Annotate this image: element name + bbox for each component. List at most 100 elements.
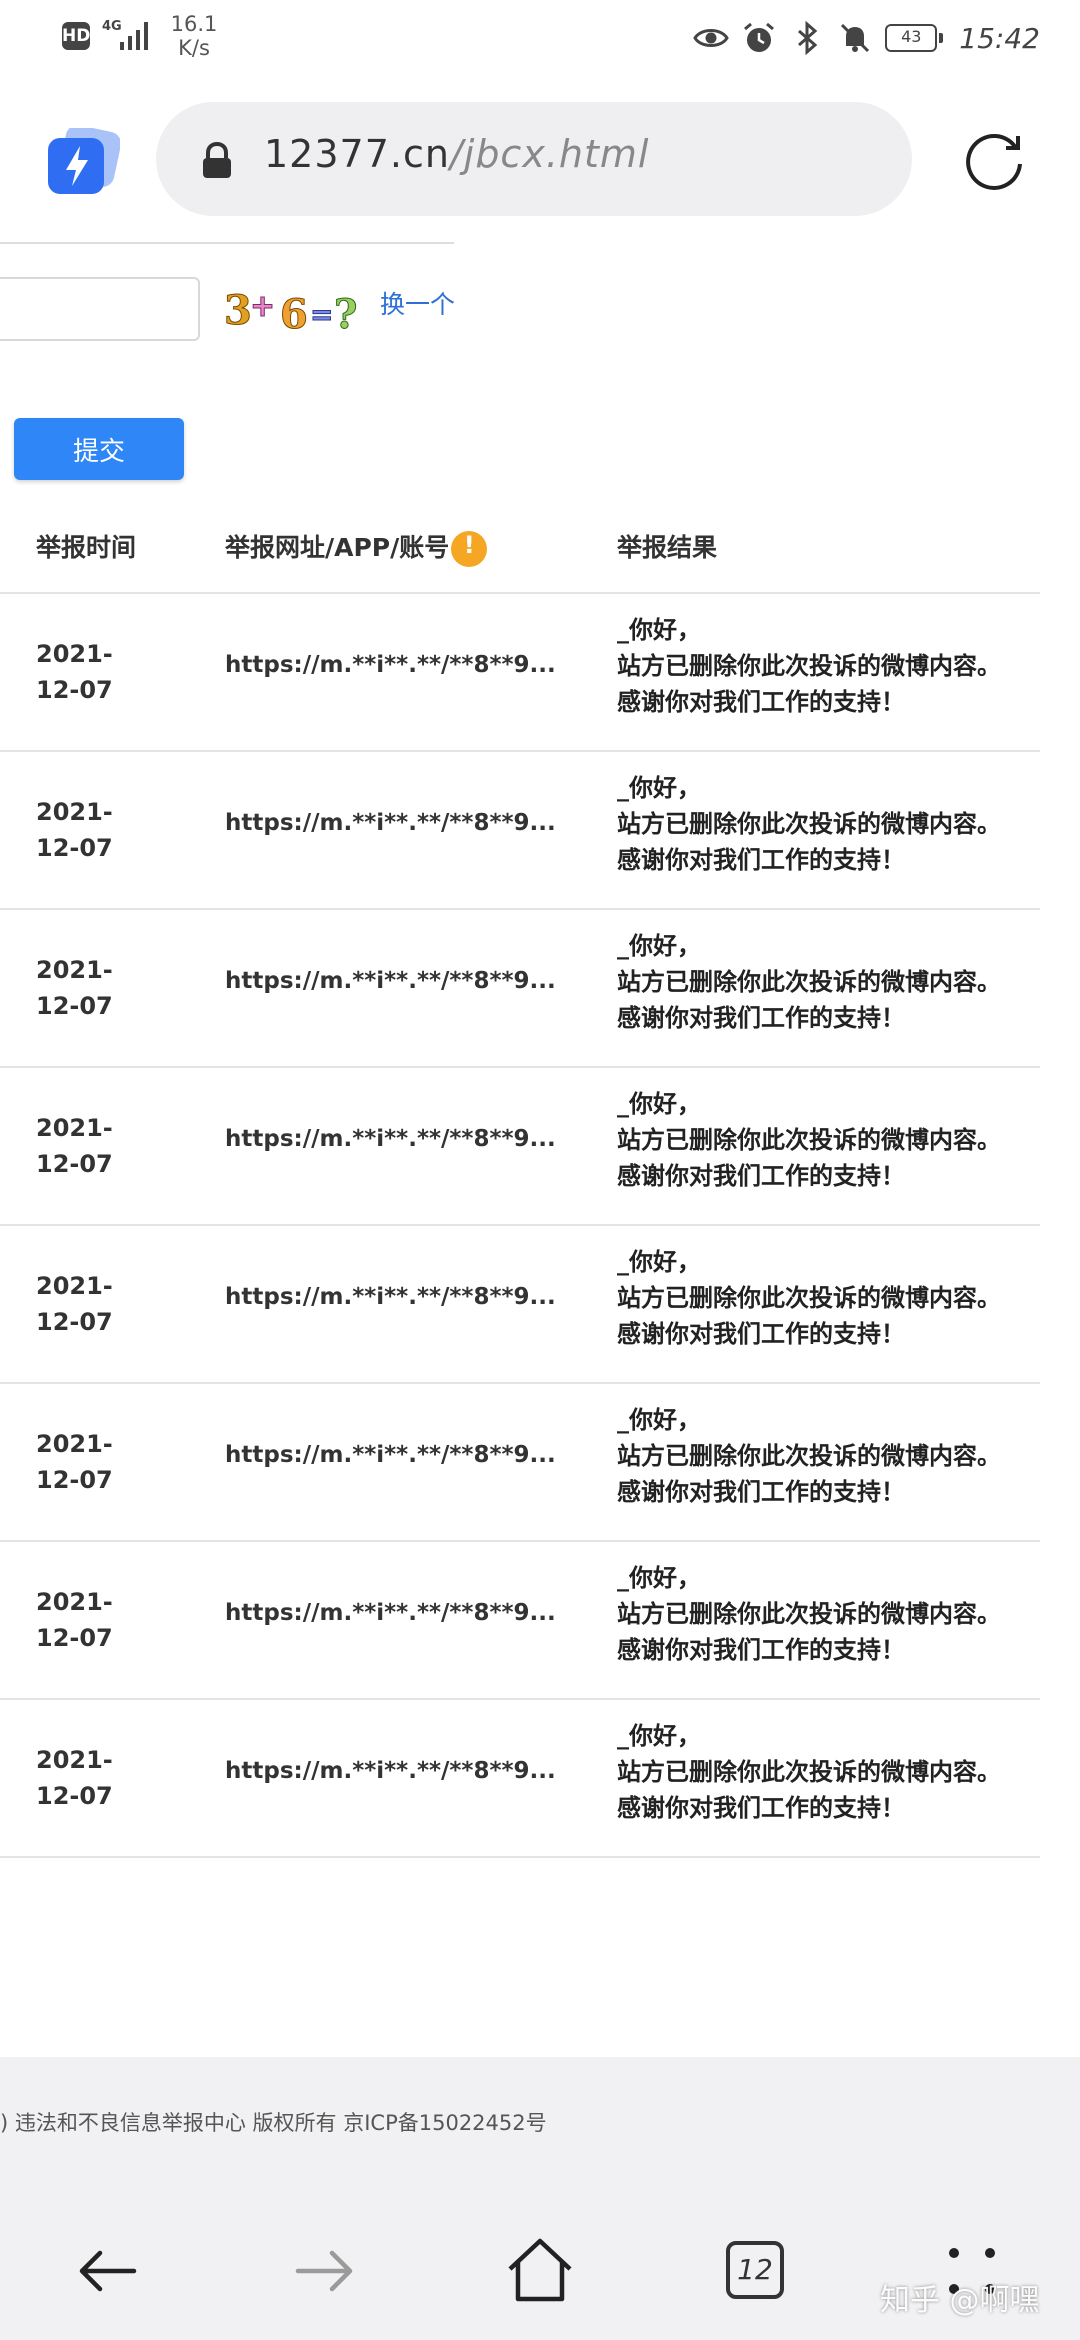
table-row: 2021- 12-07 https://m.**i**.**/**8**9... … [0, 910, 1040, 1068]
table-row: 2021- 12-07 https://m.**i**.**/**8**9... … [0, 594, 1040, 752]
report-url: https://m.**i**.**/**8**9... [225, 1126, 556, 1152]
header-report-result: 举报结果 [617, 533, 718, 562]
tabs-button[interactable]: 12 [716, 2231, 796, 2311]
report-url: https://m.**i**.**/**8**9... [225, 1600, 556, 1626]
home-icon[interactable] [500, 2231, 580, 2311]
tabs-count: 12 [726, 2241, 784, 2299]
forward-icon[interactable] [284, 2231, 364, 2311]
result-line: 感谢你对我们工作的支持！ [617, 1794, 905, 1822]
report-url: https://m.**i**.**/**8**9... [225, 1758, 556, 1784]
result-line: _你好， [617, 1722, 701, 1750]
result-line: 感谢你对我们工作的支持！ [617, 688, 905, 716]
result-line: _你好， [617, 616, 701, 644]
table-row: 2021- 12-07 https://m.**i**.**/**8**9... … [0, 1384, 1040, 1542]
url-path: /jbcx.html [449, 132, 650, 176]
report-url: https://m.**i**.**/**8**9... [225, 968, 556, 994]
result-line: 站方已删除你此次投诉的微博内容。 [617, 1758, 1001, 1786]
report-url: https://m.**i**.**/**8**9... [225, 652, 556, 678]
page-footer: ) 违法和不良信息举报中心 版权所有 京ICP备15022452号 [0, 2057, 1080, 2197]
report-date: 2021- 12-07 [36, 640, 113, 704]
result-line: _你好， [617, 932, 701, 960]
submit-button[interactable]: 提交 [14, 418, 184, 480]
speed-value: 16.1 [170, 12, 218, 36]
speed-unit: K/s [178, 36, 210, 60]
network-speed: 16.1 K/s [164, 12, 224, 60]
status-bar: HD 4G 16.1 K/s 43 15:42 [0, 0, 1080, 80]
svg-text:=: = [310, 298, 333, 331]
result-line: 感谢你对我们工作的支持！ [617, 1004, 905, 1032]
report-date: 2021- 12-07 [36, 1430, 113, 1494]
result-line: 感谢你对我们工作的支持！ [617, 1320, 905, 1348]
result-line: 站方已删除你此次投诉的微博内容。 [617, 968, 1001, 996]
report-url: https://m.**i**.**/**8**9... [225, 1284, 556, 1310]
info-icon[interactable]: ! [451, 531, 488, 567]
header-report-url-label: 举报网址/APP/账号 [225, 533, 450, 562]
result-line: _你好， [617, 1406, 701, 1434]
alarm-icon [744, 22, 775, 52]
result-line: 站方已删除你此次投诉的微博内容。 [617, 810, 1001, 838]
captcha-refresh-link[interactable]: 换一个 [380, 285, 455, 321]
signal-icon [120, 22, 148, 50]
report-result: _你好， 站方已删除你此次投诉的微博内容。 感谢你对我们工作的支持！ [617, 1402, 1037, 1510]
reload-icon[interactable] [962, 126, 1028, 192]
report-url: https://m.**i**.**/**8**9... [225, 1442, 556, 1468]
report-date: 2021- 12-07 [36, 1114, 113, 1178]
bluetooth-icon [798, 20, 818, 56]
form-divider [0, 242, 454, 244]
result-line: _你好， [617, 1090, 701, 1118]
address-bar[interactable]: 12377.cn/jbcx.html [156, 102, 912, 216]
url-domain: 12377.cn [264, 132, 450, 176]
result-line: 感谢你对我们工作的支持！ [617, 1162, 905, 1190]
svg-text:3: 3 [224, 287, 252, 334]
result-line: 站方已删除你此次投诉的微博内容。 [617, 1600, 1001, 1628]
hd-badge: HD [62, 22, 90, 50]
result-line: _你好， [617, 1564, 701, 1592]
report-result: _你好， 站方已删除你此次投诉的微博内容。 感谢你对我们工作的支持！ [617, 1560, 1037, 1668]
svg-text:?: ? [334, 291, 357, 334]
report-date: 2021- 12-07 [36, 798, 113, 862]
report-result: _你好， 站方已删除你此次投诉的微博内容。 感谢你对我们工作的支持！ [617, 1086, 1037, 1194]
url-text[interactable]: 12377.cn/jbcx.html [264, 132, 649, 176]
report-result: _你好， 站方已删除你此次投诉的微博内容。 感谢你对我们工作的支持！ [617, 612, 1037, 720]
result-line: 站方已删除你此次投诉的微博内容。 [617, 1126, 1001, 1154]
result-line: 站方已删除你此次投诉的微博内容。 [617, 652, 1001, 680]
watermark: 知乎 @啊嘿 [880, 2283, 1040, 2318]
svg-text:6: 6 [280, 291, 308, 334]
copyright-text: ) 违法和不良信息举报中心 版权所有 京ICP备15022452号 [0, 2111, 547, 2135]
clock: 15:42 [959, 21, 1040, 55]
header-report-time: 举报时间 [36, 533, 137, 562]
table-row: 2021- 12-07 https://m.**i**.**/**8**9... … [0, 1542, 1040, 1700]
table-row: 2021- 12-07 https://m.**i**.**/**8**9... … [0, 752, 1040, 910]
result-line: 站方已删除你此次投诉的微博内容。 [617, 1284, 1001, 1312]
report-date: 2021- 12-07 [36, 1272, 113, 1336]
table-row: 2021- 12-07 https://m.**i**.**/**8**9... … [0, 1068, 1040, 1226]
lock-icon [203, 142, 231, 178]
report-date: 2021- 12-07 [36, 1746, 113, 1810]
report-table-body: 2021- 12-07 https://m.**i**.**/**8**9... … [0, 594, 1040, 1858]
browser-logo-icon[interactable] [48, 128, 120, 200]
result-line: 站方已删除你此次投诉的微博内容。 [617, 1442, 1001, 1470]
mute-bell-icon [841, 23, 870, 53]
back-icon[interactable] [68, 2231, 148, 2311]
result-line: 感谢你对我们工作的支持！ [617, 846, 905, 874]
eye-icon [693, 29, 730, 47]
report-url: https://m.**i**.**/**8**9... [225, 810, 556, 836]
table-header: 举报时间 举报网址/APP/账号! 举报结果 [0, 510, 1040, 594]
result-line: _你好， [617, 774, 701, 802]
header-report-url: 举报网址/APP/账号! [225, 528, 488, 567]
table-row: 2021- 12-07 https://m.**i**.**/**8**9... … [0, 1700, 1040, 1858]
result-line: 感谢你对我们工作的支持！ [617, 1636, 905, 1664]
status-icons: 43 15:42 [693, 18, 1040, 58]
captcha-image[interactable]: 3 + 6 = ? [222, 284, 370, 335]
report-result: _你好， 站方已删除你此次投诉的微博内容。 感谢你对我们工作的支持！ [617, 770, 1037, 878]
result-line: _你好， [617, 1248, 701, 1276]
report-date: 2021- 12-07 [36, 1588, 113, 1652]
report-date: 2021- 12-07 [36, 956, 113, 1020]
report-result: _你好， 站方已删除你此次投诉的微博内容。 感谢你对我们工作的支持！ [617, 1244, 1037, 1352]
svg-text:+: + [250, 289, 275, 324]
report-result: _你好， 站方已删除你此次投诉的微博内容。 感谢你对我们工作的支持！ [617, 928, 1037, 1036]
report-result: _你好， 站方已删除你此次投诉的微博内容。 感谢你对我们工作的支持！ [617, 1718, 1037, 1826]
result-line: 感谢你对我们工作的支持！ [617, 1478, 905, 1506]
battery-icon: 43 [885, 24, 944, 52]
captcha-input[interactable] [0, 277, 200, 341]
